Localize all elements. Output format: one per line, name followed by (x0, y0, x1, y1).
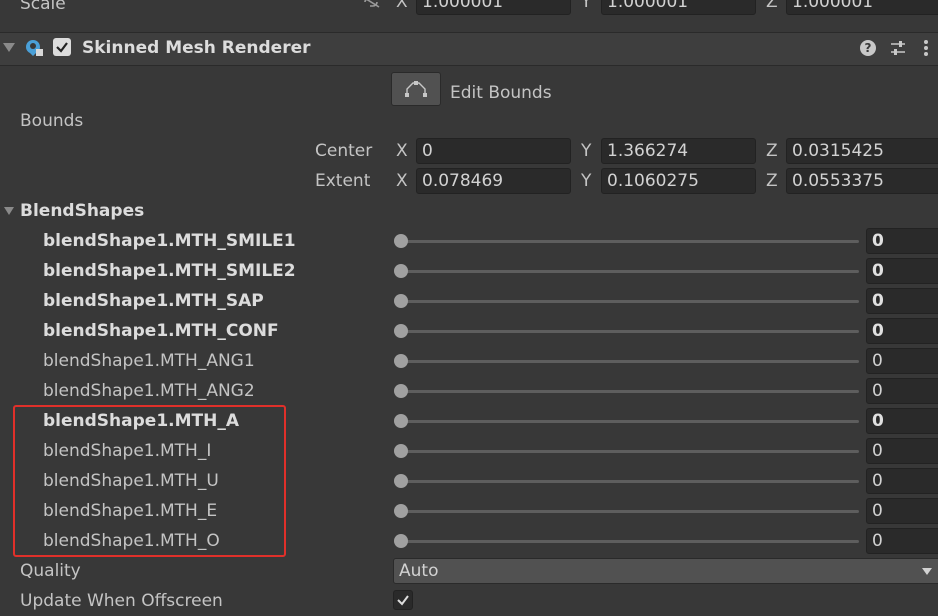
blendshape-slider-track[interactable] (399, 510, 859, 513)
blendshape-slider-handle[interactable] (394, 264, 408, 278)
extent-z-field[interactable]: 0.0553375 (786, 168, 938, 194)
scale-y-axis: Y (581, 0, 592, 12)
blendshape-slider-track[interactable] (399, 540, 859, 543)
update-offscreen-checkbox[interactable] (393, 590, 413, 610)
edit-bounds-icon (404, 79, 428, 99)
blendshape-slider-handle[interactable] (394, 414, 408, 428)
scale-label: Scale (20, 0, 66, 14)
extent-y-field[interactable]: 0.1060275 (601, 168, 756, 194)
blendshape-slider-handle[interactable] (394, 294, 408, 308)
blendshape-slider-track[interactable] (399, 390, 859, 393)
blendshape-value-field[interactable]: 0 (866, 498, 938, 524)
update-offscreen-label: Update When Offscreen (20, 591, 223, 611)
edit-bounds-button[interactable] (391, 72, 441, 106)
extent-y-axis: Y (581, 171, 592, 191)
blendshape-slider-track[interactable] (399, 420, 859, 423)
highlight-box (13, 405, 286, 557)
extent-label: Extent (315, 171, 371, 191)
chevron-down-icon (922, 568, 932, 575)
blendshapes-foldout-icon[interactable] (4, 207, 14, 215)
blendshape-value-field[interactable]: 0 (866, 228, 938, 254)
blendshape-label: blendShape1.MTH_ANG1 (43, 351, 255, 371)
bounds-label: Bounds (20, 111, 84, 131)
blendshape-label: blendShape1.MTH_CONF (43, 321, 279, 341)
scale-x-axis: X (396, 0, 408, 12)
center-y-axis: Y (581, 141, 592, 161)
quality-value: Auto (399, 561, 439, 581)
blendshape-slider-track[interactable] (399, 480, 859, 483)
center-y-field[interactable]: 1.366274 (601, 138, 756, 164)
foldout-arrow-icon[interactable] (3, 43, 15, 52)
blendshape-value-field[interactable]: 0 (866, 528, 938, 554)
blendshape-slider-handle[interactable] (394, 504, 408, 518)
edit-bounds-label: Edit Bounds (450, 83, 552, 103)
blendshape-slider-track[interactable] (399, 270, 859, 273)
center-x-field[interactable]: 0 (416, 138, 571, 164)
blendshape-label: blendShape1.MTH_ANG2 (43, 381, 255, 401)
blendshape-value-field[interactable]: 0 (866, 378, 938, 404)
blendshape-slider-track[interactable] (399, 360, 859, 363)
extent-x-field[interactable]: 0.078469 (416, 168, 571, 194)
extent-z-axis: Z (766, 171, 778, 191)
blendshape-label: blendShape1.MTH_SAP (43, 291, 264, 311)
blendshape-slider-track[interactable] (399, 240, 859, 243)
center-label: Center (315, 141, 373, 161)
blendshape-slider-handle[interactable] (394, 354, 408, 368)
presets-icon[interactable] (889, 39, 907, 57)
help-icon[interactable]: ? (860, 40, 876, 56)
extent-x-axis: X (396, 171, 408, 191)
more-options-icon[interactable] (923, 39, 929, 57)
blendshape-value-field[interactable]: 0 (866, 258, 938, 284)
blendshape-value-field[interactable]: 0 (866, 438, 938, 464)
center-x-axis: X (396, 141, 408, 161)
blendshape-slider-handle[interactable] (394, 234, 408, 248)
blendshape-slider-handle[interactable] (394, 534, 408, 548)
blendshape-value-field[interactable]: 0 (866, 408, 938, 434)
blendshape-label: blendShape1.MTH_SMILE1 (43, 231, 296, 251)
blendshape-slider-track[interactable] (399, 300, 859, 303)
scale-z-axis: Z (766, 0, 778, 12)
blendshape-value-field[interactable]: 0 (866, 348, 938, 374)
quality-dropdown[interactable]: Auto (393, 558, 938, 584)
blendshape-slider-handle[interactable] (394, 324, 408, 338)
center-z-axis: Z (766, 141, 778, 161)
blendshape-value-field[interactable]: 0 (866, 468, 938, 494)
blendshape-slider-track[interactable] (399, 450, 859, 453)
constrain-proportions-icon[interactable] (360, 0, 382, 8)
blendshape-slider-handle[interactable] (394, 474, 408, 488)
blendshape-slider-handle[interactable] (394, 444, 408, 458)
blendshapes-label: BlendShapes (20, 201, 145, 221)
skinned-mesh-icon (24, 38, 44, 58)
blendshape-slider-handle[interactable] (394, 384, 408, 398)
scale-x-field[interactable]: 1.000001 (416, 0, 571, 15)
component-title: Skinned Mesh Renderer (82, 38, 311, 58)
blendshape-value-field[interactable]: 0 (866, 318, 938, 344)
enabled-checkbox[interactable] (53, 38, 71, 56)
quality-label: Quality (20, 561, 81, 581)
scale-z-field[interactable]: 1.000001 (786, 0, 938, 15)
center-z-field[interactable]: 0.0315425 (786, 138, 938, 164)
blendshape-value-field[interactable]: 0 (866, 288, 938, 314)
blendshape-slider-track[interactable] (399, 330, 859, 333)
scale-y-field[interactable]: 1.000001 (601, 0, 756, 15)
blendshape-label: blendShape1.MTH_SMILE2 (43, 261, 296, 281)
